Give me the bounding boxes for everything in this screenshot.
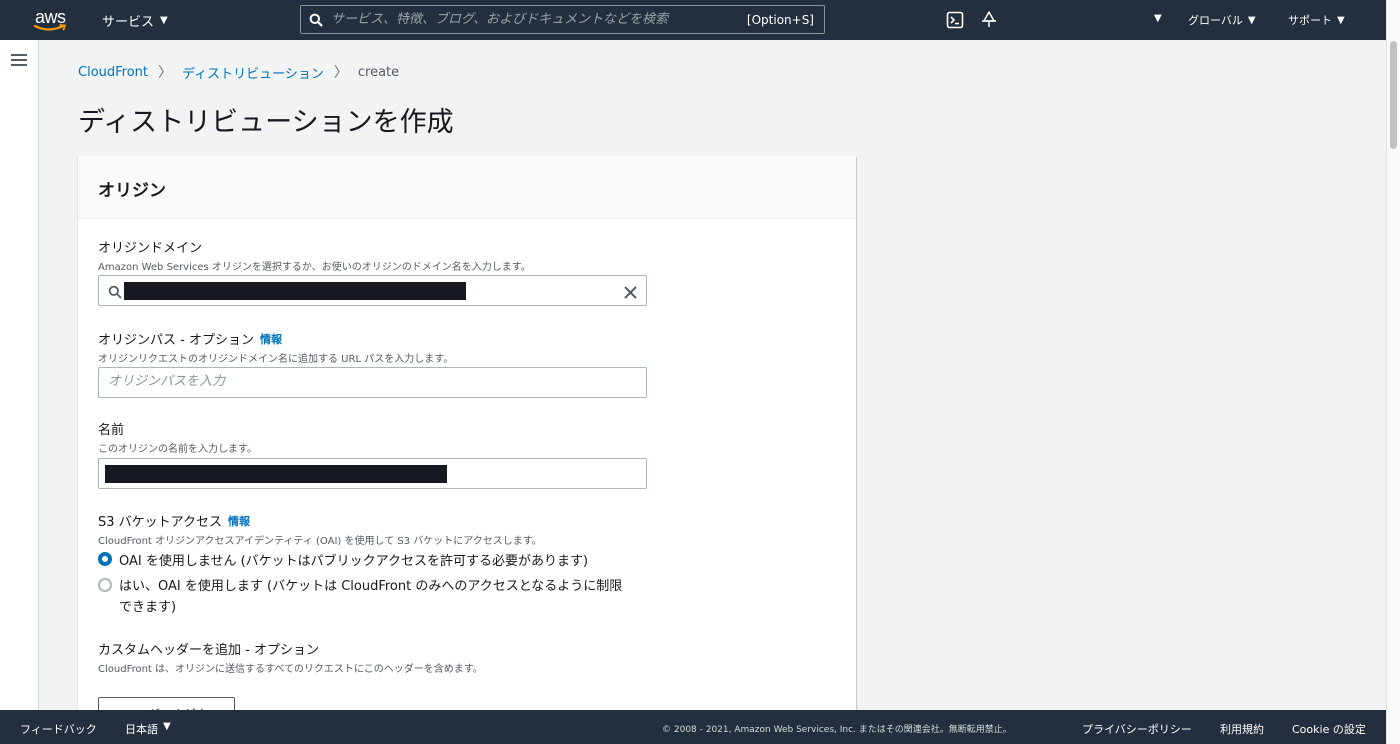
origin-domain-label: オリジンドメイン (98, 241, 203, 256)
origin-path-label: オリジンパス - オプション (98, 333, 254, 348)
radio-no-oai[interactable]: OAI を使用しません (バケットはパブリックアクセスを許可する必要があります) (98, 550, 588, 569)
origin-section-title: オリジン (98, 181, 166, 201)
origin-name-description: このオリジンの名前を入力します。 (98, 444, 257, 455)
account-menu-caret-icon[interactable]: ▼ (1154, 13, 1162, 24)
s3-access-description: CloudFront オリジンアクセスアイデンティティ (OAI) を使用して … (98, 536, 542, 547)
menu-icon[interactable] (11, 54, 27, 66)
origin-path-text-input[interactable] (108, 374, 608, 389)
support-menu[interactable]: サポート ▼ (1288, 12, 1345, 28)
cookie-settings-link[interactable]: Cookie の設定 (1292, 721, 1366, 737)
custom-header-field: カスタムヘッダーを追加 - オプション CloudFront は、オリジンに送信… (98, 639, 483, 675)
page-scrollbar[interactable] (1386, 0, 1400, 744)
origin-header: オリジン (78, 156, 856, 219)
breadcrumb-current: create (357, 64, 400, 80)
origin-name-input[interactable] (98, 458, 647, 489)
s3-access-label: S3 バケットアクセス (98, 515, 223, 530)
services-label: サービス (102, 15, 155, 30)
redacted-domain-value (124, 282, 466, 300)
radio-use-oai-label-line2: できます) (119, 600, 177, 615)
breadcrumb-distributions[interactable]: ディストリビューション (182, 63, 324, 82)
search-icon (301, 13, 331, 27)
origin-domain-input[interactable] (98, 275, 647, 306)
radio-use-oai-label: はい、OAI を使用します (バケットは CloudFront のみへのアクセス… (119, 576, 622, 618)
origin-container: オリジン オリジンドメイン Amazon Web Services オリジンを選… (78, 156, 856, 727)
chevron-right-icon: 〉 (158, 65, 173, 81)
bell-icon[interactable] (980, 10, 998, 30)
origin-name-field: 名前 このオリジンの名前を入力します。 (98, 419, 257, 455)
caret-down-icon: ▼ (1247, 14, 1256, 26)
top-navigation: aws サービス ▼ [Option+S] ▼ グローバル ▼ サポート ▼ (0, 0, 1386, 40)
scrollbar-thumb[interactable] (1390, 41, 1397, 149)
aws-logo[interactable]: aws (33, 6, 79, 34)
side-navigation-rail (0, 40, 39, 710)
radio-unselected-icon[interactable] (98, 578, 112, 592)
page-title: ディストリビューションを作成 (78, 107, 454, 138)
caret-down-icon: ▼ (160, 15, 168, 26)
chevron-right-icon: 〉 (333, 65, 348, 81)
terms-link[interactable]: 利用規約 (1220, 721, 1264, 737)
radio-no-oai-label: OAI を使用しません (バケットはパブリックアクセスを許可する必要があります) (119, 554, 589, 569)
origin-path-field: オリジンパス - オプション 情報 オリジンリクエストのオリジンドメイン名に追加… (98, 329, 454, 366)
caret-down-icon: ▼ (1337, 14, 1345, 26)
privacy-policy-link[interactable]: プライバシーポリシー (1082, 721, 1192, 737)
breadcrumb: CloudFront 〉 ディストリビューション 〉 create (78, 62, 399, 82)
origin-path-input[interactable] (98, 367, 647, 398)
footer: フィードバック 日本語 ▼ © 2008 - 2021, Amazon Web … (0, 710, 1386, 744)
origin-domain-field: オリジンドメイン Amazon Web Services オリジンを選択するか、… (98, 237, 531, 273)
custom-header-description: CloudFront は、オリジンに送信するすべてのリクエストにこのヘッダーを含… (98, 664, 483, 675)
search-icon (108, 284, 122, 303)
aws-smile-icon (33, 24, 67, 31)
s3-access-info-link[interactable]: 情報 (228, 513, 250, 529)
language-selector[interactable]: 日本語 ▼ (125, 721, 171, 737)
search-box[interactable]: [Option+S] (300, 5, 825, 34)
search-shortcut: [Option+S] (746, 12, 814, 27)
caret-down-icon: ▼ (163, 721, 171, 732)
s3-access-field: S3 バケットアクセス 情報 CloudFront オリジンアクセスアイデンティ… (98, 511, 542, 548)
clear-icon[interactable] (624, 284, 637, 303)
feedback-link[interactable]: フィードバック (20, 721, 97, 737)
origin-path-description: オリジンリクエストのオリジンドメイン名に追加する URL パスを入力します。 (98, 354, 454, 365)
origin-path-info-link[interactable]: 情報 (260, 331, 282, 347)
services-menu[interactable]: サービス ▼ (102, 11, 168, 30)
breadcrumb-cloudfront[interactable]: CloudFront (78, 65, 148, 80)
custom-header-label: カスタムヘッダーを追加 - オプション (98, 643, 319, 658)
language-label: 日本語 (125, 723, 158, 736)
cloudshell-icon[interactable] (946, 11, 964, 29)
search-input[interactable] (331, 12, 747, 27)
origin-name-label: 名前 (98, 423, 125, 438)
radio-use-oai-label-line1: はい、OAI を使用します (バケットは CloudFront のみへのアクセス… (119, 579, 623, 594)
origin-domain-description: Amazon Web Services オリジンを選択するか、お使いのオリジンの… (98, 262, 531, 273)
redacted-name-value (105, 465, 447, 483)
radio-use-oai[interactable]: はい、OAI を使用します (バケットは CloudFront のみへのアクセス… (98, 576, 622, 618)
support-label: サポート (1288, 14, 1332, 27)
radio-selected-icon[interactable] (98, 552, 112, 566)
copyright-text: © 2008 - 2021, Amazon Web Services, Inc.… (662, 725, 1012, 735)
region-menu[interactable]: グローバル ▼ (1188, 12, 1256, 28)
region-label: グローバル (1188, 14, 1243, 27)
